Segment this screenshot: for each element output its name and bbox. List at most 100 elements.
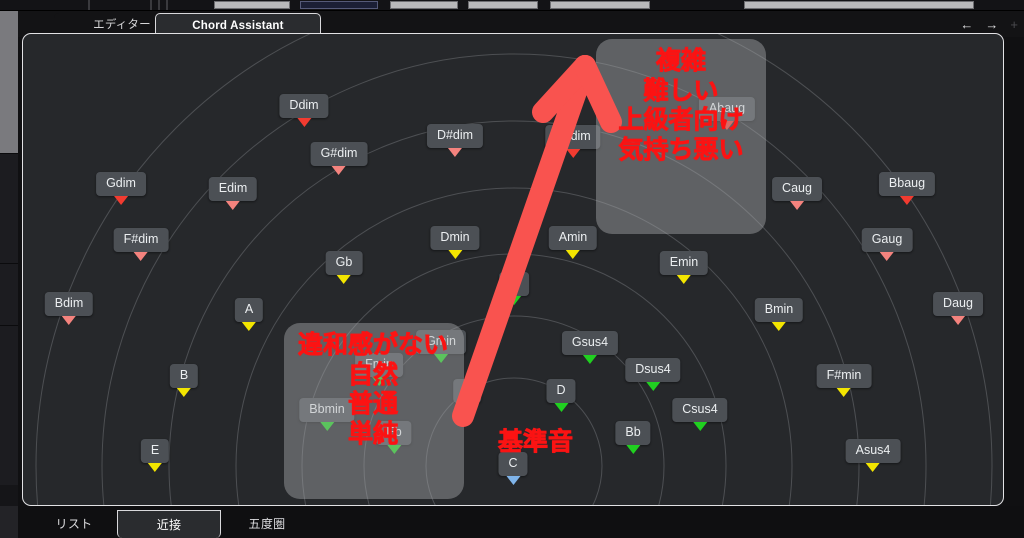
annotation-text-simple: 違和感がない 自然 普通 単純 (297, 331, 449, 448)
chord-chip[interactable]: A#dim (545, 125, 601, 158)
chord-chip[interactable]: Bb (615, 421, 651, 454)
add-icon[interactable]: + (1010, 18, 1018, 31)
tab-proximity[interactable]: 近接 (117, 510, 221, 538)
chord-marker-triangle-icon (950, 316, 965, 325)
rail-track-block[interactable] (0, 11, 18, 153)
chord-marker-triangle-icon (836, 388, 851, 397)
toolbar-segment[interactable] (390, 1, 458, 9)
chord-chip[interactable]: D (546, 379, 576, 412)
rail-track-block[interactable] (0, 263, 18, 325)
chord-chip[interactable]: Amin (548, 226, 598, 259)
chord-chip-label: Gsus4 (561, 331, 619, 355)
chord-chip[interactable]: Caug (772, 177, 822, 210)
chord-marker-triangle-icon (337, 275, 351, 284)
toolbar-tick (88, 0, 90, 10)
chord-chip-label: Gdim (96, 172, 146, 196)
chord-marker-triangle-icon (148, 463, 162, 472)
chord-marker-triangle-icon (565, 250, 580, 259)
tab-circle-of-fifths[interactable]: 五度圏 (217, 510, 317, 538)
chord-chip[interactable]: F#dim (113, 228, 169, 261)
chord-chip-label: Asus4 (845, 439, 901, 463)
chord-chip[interactable]: A (234, 298, 264, 331)
chord-chip[interactable]: Gb (325, 251, 363, 284)
chord-assistant-window: エディター Chord Assistant ← → + Ddim G#dim D#d… (0, 0, 1024, 538)
chord-chip-label: Dmin (430, 226, 480, 250)
chord-chip-label: A#dim (545, 125, 601, 149)
chord-chip[interactable]: Csus4 (672, 398, 728, 431)
chord-chip[interactable]: Daug (933, 292, 983, 325)
toolbar-segment[interactable] (468, 1, 538, 9)
chord-chip[interactable]: B (169, 364, 199, 397)
chord-chip-label: B (169, 364, 199, 388)
chord-marker-triangle-icon (225, 201, 240, 210)
chord-marker-triangle-icon (177, 388, 191, 397)
chord-chip[interactable]: Gdim (96, 172, 146, 205)
chord-chip-label: F#min (816, 364, 872, 388)
back-arrow-icon[interactable]: ← (960, 18, 973, 31)
chord-chip[interactable]: Bmin (754, 298, 804, 331)
chord-marker-triangle-icon (133, 252, 148, 261)
annotation-text-root-note: 基準音 (498, 428, 574, 457)
bottom-left-filler (0, 506, 18, 538)
chord-marker-triangle-icon (448, 148, 462, 157)
toolbar-segment[interactable] (744, 1, 974, 9)
chord-marker-triangle-icon (506, 296, 521, 305)
chord-chip[interactable]: Edim (208, 177, 258, 210)
chord-chip-label: G#dim (310, 142, 368, 166)
chord-marker-triangle-icon (866, 463, 880, 472)
chord-chip-label: Amin (548, 226, 598, 250)
toolbar-tick (166, 0, 168, 10)
chord-marker-triangle-icon (900, 196, 914, 205)
rail-track-block[interactable] (0, 325, 18, 485)
chord-marker-triangle-icon (625, 445, 640, 454)
chord-chip[interactable]: Gsus4 (561, 331, 619, 364)
chord-marker-triangle-icon (676, 275, 691, 284)
chord-chip[interactable]: Ddim (279, 94, 329, 127)
chord-chip-label: Caug (772, 177, 822, 201)
chord-chip-label: Csus4 (672, 398, 728, 422)
chord-chip-label: Ddim (279, 94, 329, 118)
chord-chip[interactable]: G#dim (310, 142, 368, 175)
chord-marker-triangle-icon (296, 118, 311, 127)
chord-marker-triangle-icon (242, 322, 256, 331)
chord-proximity-panel: Ddim G#dim D#dim A#dim Abaug Gdim Edim Caug Bbau… (22, 33, 1004, 506)
chord-chip-label: Emin (659, 251, 709, 275)
chord-chip-label: F#dim (113, 228, 169, 252)
chord-chip-label: D (546, 379, 576, 403)
chord-marker-triangle-icon (61, 316, 76, 325)
chord-chip[interactable]: Dmin (430, 226, 480, 259)
daw-toolbar-strip (0, 0, 1024, 11)
left-rail (0, 11, 18, 538)
chord-chip-label: Bdim (44, 292, 94, 316)
chord-chip[interactable]: D#dim (426, 124, 484, 157)
chord-chip[interactable]: Emin (659, 251, 709, 284)
chord-chip[interactable]: Bbaug (878, 172, 936, 205)
forward-arrow-icon[interactable]: → (985, 18, 998, 31)
chord-chip[interactable]: G (499, 272, 529, 305)
chord-chip-label: Gb (325, 251, 363, 275)
chord-marker-triangle-icon (693, 422, 707, 431)
toolbar-segment[interactable] (550, 1, 650, 9)
chord-chip-label: G (499, 272, 529, 296)
chord-chip-label: Bbaug (878, 172, 936, 196)
toolbar-segment[interactable] (214, 1, 290, 9)
rail-track-block[interactable] (0, 153, 18, 263)
chord-marker-triangle-icon (506, 476, 520, 485)
chord-chip[interactable]: Bdim (44, 292, 94, 325)
chord-chip-label: Bmin (754, 298, 804, 322)
chord-chip[interactable]: F#min (816, 364, 872, 397)
chord-marker-triangle-icon (880, 252, 894, 261)
chord-chip[interactable]: Asus4 (845, 439, 901, 472)
chord-marker-triangle-icon (114, 196, 128, 205)
chord-marker-triangle-icon (554, 403, 568, 412)
toolbar-segment-selected[interactable] (300, 1, 378, 9)
chord-chip[interactable]: E (140, 439, 170, 472)
bottom-tab-bar: リスト 近接 五度圏 (18, 506, 1024, 538)
chord-marker-triangle-icon (789, 201, 804, 210)
chord-chip[interactable]: Gaug (861, 228, 913, 261)
chord-chip[interactable]: Dsus4 (625, 358, 681, 391)
tab-list[interactable]: リスト (28, 510, 120, 538)
chord-chip-label: Bb (615, 421, 651, 445)
chord-marker-triangle-icon (447, 250, 462, 259)
chord-marker-triangle-icon (582, 355, 597, 364)
